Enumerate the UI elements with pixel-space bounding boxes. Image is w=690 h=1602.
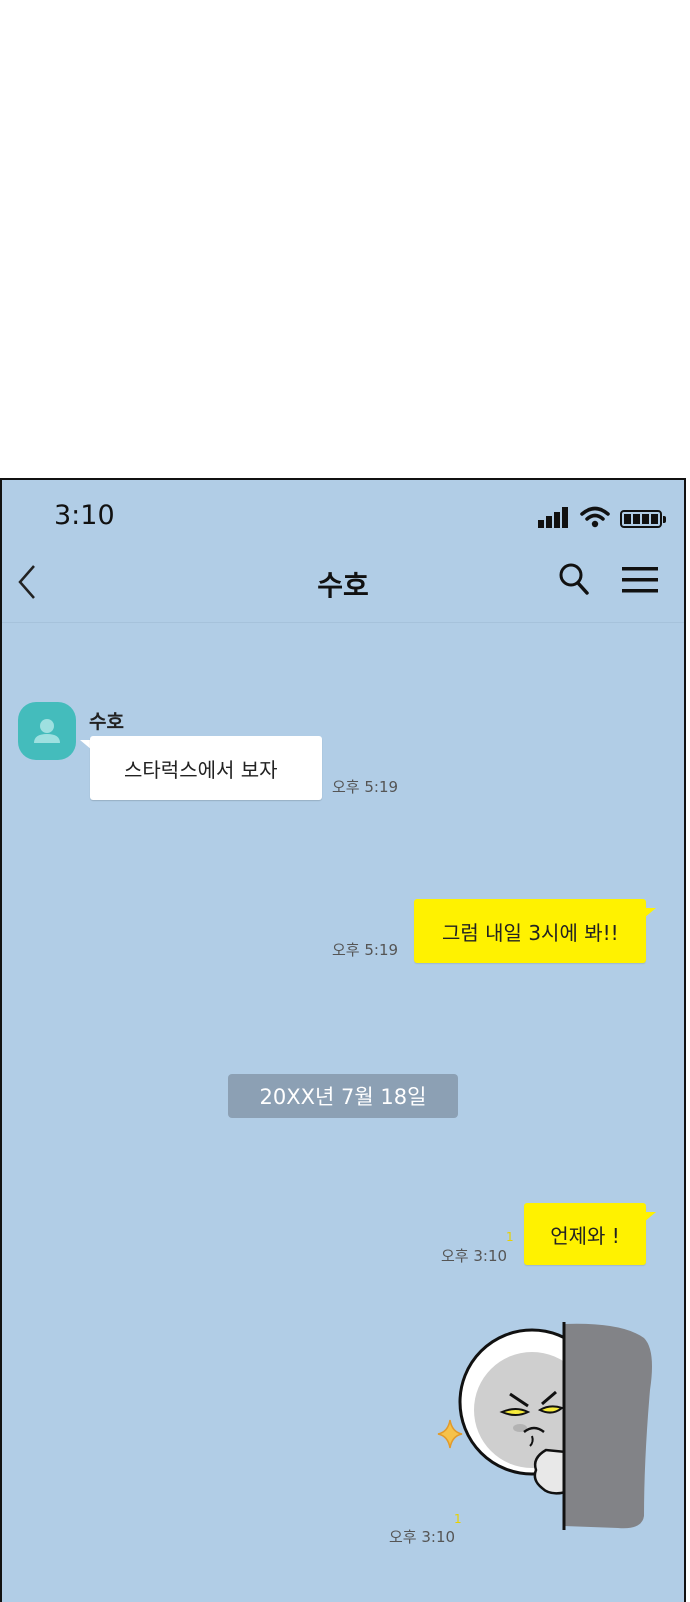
battery-icon xyxy=(620,510,666,528)
search-icon[interactable] xyxy=(558,562,590,596)
peeking-face-sticker[interactable] xyxy=(432,1320,662,1550)
unread-count: 1 xyxy=(454,1512,462,1526)
chat-header: 수호 xyxy=(2,542,684,623)
message-bubble-received[interactable]: 스타럭스에서 보자 xyxy=(90,736,322,800)
message-time: 오후 5:19 xyxy=(332,941,399,959)
chat-screen: 3:10 수호 수호 스타럭스에서 보자 오후 5:19 오후 5:19 그럼 … xyxy=(0,478,686,1602)
sparkle-icon xyxy=(437,1419,463,1449)
signal-icon xyxy=(538,507,570,528)
status-time: 3:10 xyxy=(54,500,115,531)
message-bubble-sent[interactable]: 그럼 내일 3시에 봐!! xyxy=(414,899,646,963)
unread-count: 1 xyxy=(506,1230,514,1244)
sender-name: 수호 xyxy=(89,711,124,733)
date-divider: 20XX년 7월 18일 xyxy=(228,1074,458,1118)
message-time: 오후 3:10 xyxy=(441,1247,508,1265)
menu-icon[interactable] xyxy=(622,566,658,594)
message-time: 오후 3:10 xyxy=(389,1528,456,1546)
avatar[interactable] xyxy=(18,702,76,760)
message-time: 오후 5:19 xyxy=(332,778,399,796)
status-icons xyxy=(538,506,666,528)
message-bubble-sent[interactable]: 언제와 ! xyxy=(524,1203,646,1265)
wifi-icon xyxy=(580,506,610,528)
profile-icon xyxy=(34,719,60,743)
